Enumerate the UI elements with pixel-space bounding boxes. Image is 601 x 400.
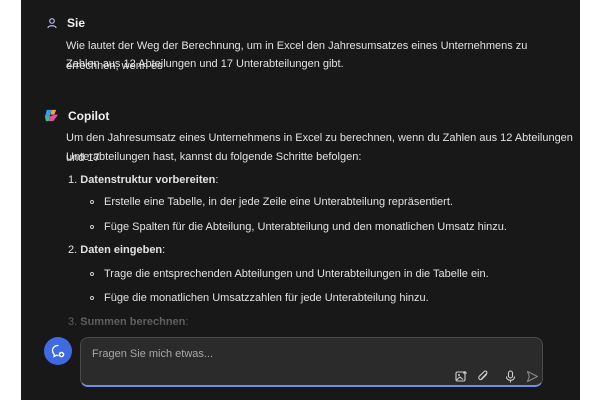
new-chat-button[interactable]: [44, 337, 72, 365]
image-upload-button[interactable]: [454, 369, 468, 383]
send-icon: [526, 370, 538, 382]
user-message-header: Sie: [46, 16, 85, 30]
list-item: Erstelle eine Tabelle, in der jede Zeile…: [90, 196, 453, 208]
copilot-intro-line-2: Unterabteilungen hast, kannst du folgend…: [66, 151, 362, 163]
step-1-number: 1.: [68, 174, 78, 186]
image-upload-icon: [454, 370, 467, 382]
copilot-message-header: Copilot: [44, 108, 109, 123]
step-2-number: 2.: [68, 244, 78, 256]
attach-button[interactable]: [476, 369, 490, 383]
bullet-icon: [90, 225, 94, 229]
step-2: 2. Daten eingeben:: [68, 240, 165, 260]
step-3-suffix: :: [185, 316, 189, 328]
bullet-icon: [90, 272, 94, 276]
step-1: 1. Datenstruktur vorbereiten:: [68, 170, 218, 190]
list-item: Füge Spalten für die Abteilung, Unterabt…: [90, 221, 507, 233]
microphone-icon: [505, 369, 515, 382]
copilot-author: Copilot: [68, 108, 110, 123]
step-2-bullet-2: Füge die monatlichen Umsatzzahlen für je…: [104, 292, 429, 304]
chat-input[interactable]: [90, 344, 494, 364]
step-1-title: Datenstruktur vorbereiten: [80, 174, 216, 186]
copilot-logo-icon: [44, 109, 59, 122]
bullet-icon: [90, 296, 94, 300]
list-item: Trage die entsprechenden Abteilungen und…: [90, 268, 489, 280]
user-message-line-2: Zahlen aus 12 Abteilungen und 17 Unterab…: [66, 58, 344, 70]
microphone-button[interactable]: [503, 369, 517, 383]
user-author: Sie: [67, 16, 86, 30]
step-3: 3. Summen berechnen:: [68, 312, 188, 332]
step-2-title: Daten eingeben: [80, 244, 163, 256]
step-2-bullet-1: Trage die entsprechenden Abteilungen und…: [104, 268, 489, 280]
step-2-suffix: :: [162, 244, 166, 256]
paperclip-icon: [477, 370, 487, 380]
step-3-number: 3.: [68, 316, 78, 328]
send-button[interactable]: [525, 369, 539, 383]
step-1-suffix: :: [215, 174, 219, 186]
step-1-bullet-2: Füge Spalten für die Abteilung, Unterabt…: [104, 221, 507, 233]
step-1-bullet-1: Erstelle eine Tabelle, in der jede Zeile…: [104, 196, 453, 208]
list-item: Füge die monatlichen Umsatzzahlen für je…: [90, 292, 429, 304]
new-chat-icon: [51, 344, 65, 358]
composer: [80, 337, 543, 387]
chat-window: Sie Wie lautet der Weg der Berechnung, u…: [21, 0, 580, 400]
step-3-title: Summen berechnen: [80, 316, 186, 328]
bullet-icon: [90, 200, 94, 204]
person-icon: [47, 18, 57, 29]
